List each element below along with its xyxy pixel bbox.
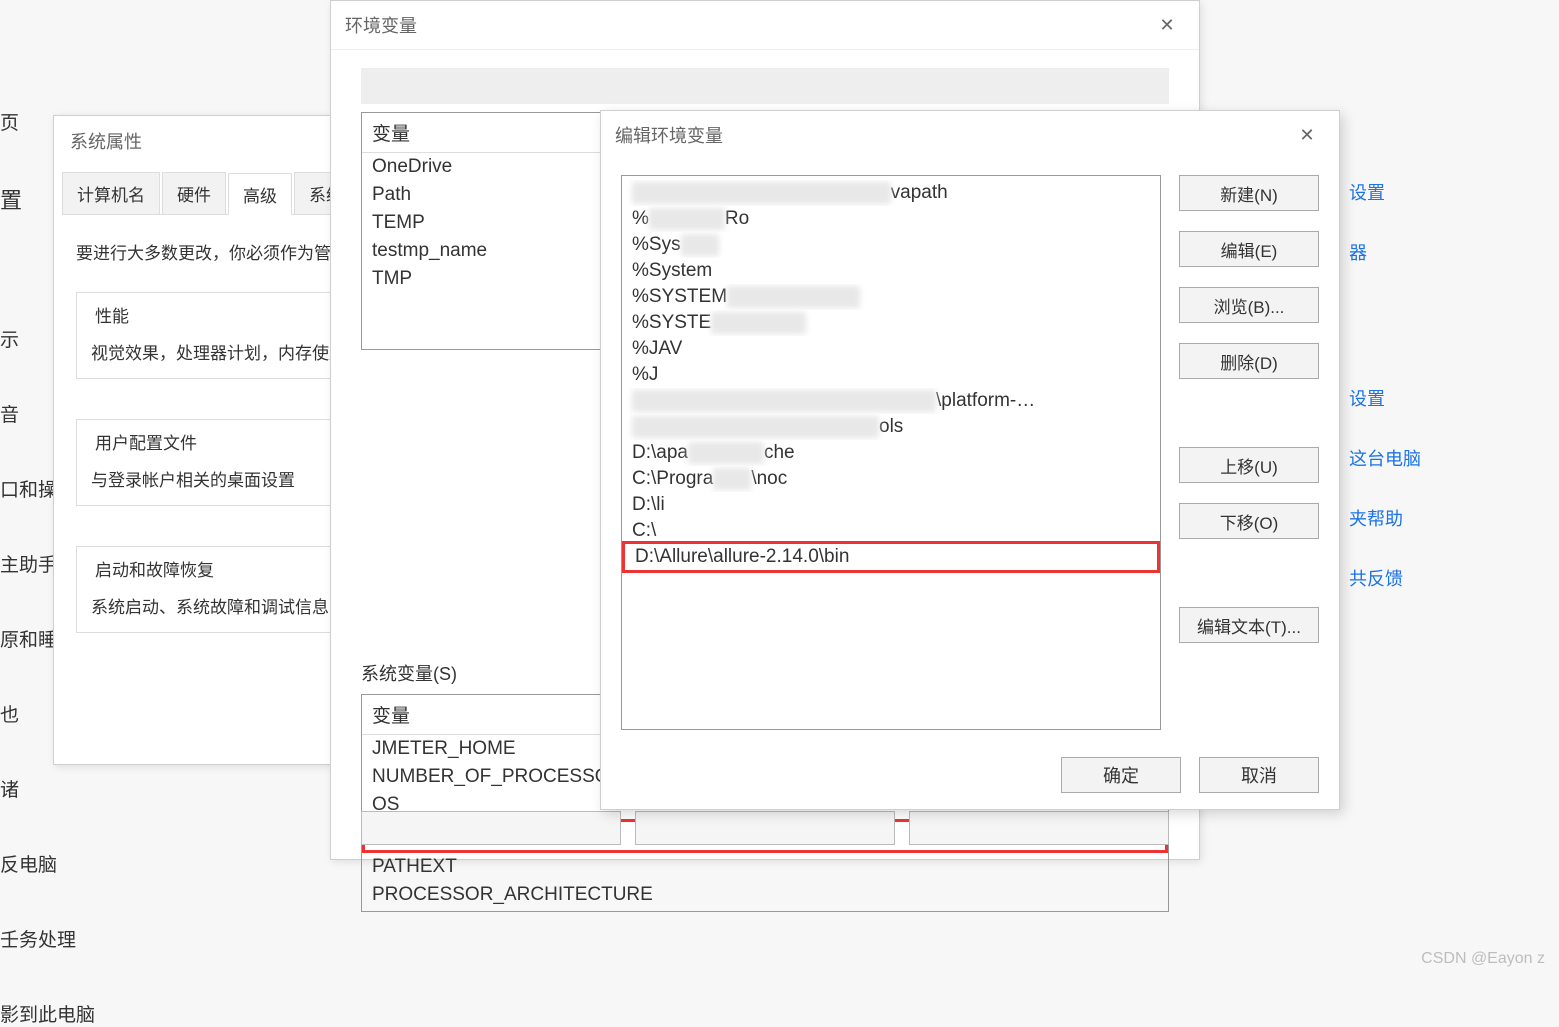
path-row[interactable]: %J — [622, 362, 1160, 388]
edit-buttons-column: 新建(N) 编辑(E) 浏览(B)... 删除(D) 上移(U) 下移(O) 编… — [1179, 175, 1319, 730]
fragment: 壬务处理 — [0, 925, 55, 952]
path-row[interactable]: %…………Ro — [622, 206, 1160, 232]
path-row[interactable]: D:\apa…………che — [622, 440, 1160, 466]
path-row[interactable]: gram Fil…………………………vapath — [622, 180, 1160, 206]
path-row[interactable]: %System — [622, 258, 1160, 284]
fragment: 页 — [0, 108, 55, 135]
fragment: 原和睡眠 — [0, 625, 55, 652]
path-row[interactable]: D:\li — [622, 492, 1160, 518]
fragment: 影到此电脑 — [0, 1000, 55, 1027]
tab-advanced[interactable]: 高级 — [228, 173, 292, 215]
link-qi[interactable]: 器 — [1349, 239, 1559, 265]
path-row[interactable]: …………………………………ols — [622, 414, 1160, 440]
fragment: 也 — [0, 700, 55, 727]
watermark: CSDN @Eayon z — [1421, 950, 1545, 968]
tab-computer-name[interactable]: 计算机名 — [62, 172, 160, 214]
move-up-button[interactable]: 上移(U) — [1179, 447, 1319, 483]
path-row[interactable]: %JAV — [622, 336, 1160, 362]
ok-button[interactable]: 确定 — [1061, 757, 1181, 793]
edit-env-var-dialog: 编辑环境变量 ✕ gram Fil…………………………vapath%…………Ro… — [600, 110, 1340, 810]
path-row[interactable]: D:\Allure\allure-2.14.0\bin — [622, 541, 1160, 573]
fragment: 置 — [0, 183, 55, 215]
list-item[interactable]: PATHEXT — [362, 853, 1168, 881]
list-item[interactable]: PROCESSOR_IDENTIFIER — [362, 909, 1168, 912]
move-down-button[interactable]: 下移(O) — [1179, 503, 1319, 539]
path-row[interactable]: …………………………………………\platform-… — [622, 388, 1160, 414]
path-row[interactable]: C:\Progra……\noc — [622, 466, 1160, 492]
button-placeholder[interactable] — [909, 811, 1169, 845]
list-item[interactable]: PROCESSOR_ARCHITECTURE — [362, 881, 1168, 909]
fragment: 反电脑 — [0, 850, 55, 877]
close-icon[interactable]: ✕ — [1149, 11, 1185, 39]
group-title: 启动和故障恢复 — [91, 556, 218, 581]
dialog-title: 编辑环境变量 — [615, 122, 723, 148]
tab-hardware[interactable]: 硬件 — [162, 172, 226, 214]
link-settings2[interactable]: 设置 — [1349, 385, 1559, 411]
fragment: 诸 — [0, 775, 55, 802]
link-settings[interactable]: 设置 — [1349, 179, 1559, 205]
fragment: 示 — [0, 325, 55, 352]
edit-text-button[interactable]: 编辑文本(T)... — [1179, 607, 1319, 643]
right-links: 设置 器 设置 这台电脑 夹帮助 共反馈 — [1349, 145, 1559, 591]
dialog-title: 环境变量 — [345, 12, 417, 38]
link-feedback[interactable]: 共反馈 — [1349, 565, 1559, 591]
group-title: 性能 — [91, 302, 133, 327]
path-row[interactable]: %Sys…… — [622, 232, 1160, 258]
link-help[interactable]: 夹帮助 — [1349, 505, 1559, 531]
cancel-button[interactable]: 取消 — [1199, 757, 1319, 793]
fragment: 主助手 — [0, 550, 55, 577]
left-settings-fragments: 页 置 示 音 口和操作 主助手 原和睡眠 也 诸 反电脑 壬务处理 影到此电脑 — [0, 60, 55, 1027]
redacted-username-area — [361, 68, 1169, 104]
fragment: 口和操作 — [0, 475, 55, 502]
button-placeholder[interactable] — [635, 811, 895, 845]
delete-button[interactable]: 删除(D) — [1179, 343, 1319, 379]
edit-button[interactable]: 编辑(E) — [1179, 231, 1319, 267]
path-row[interactable]: %SYSTE…………… — [622, 310, 1160, 336]
button-placeholder[interactable] — [361, 811, 621, 845]
path-list[interactable]: gram Fil…………………………vapath%…………Ro%Sys……%Sy… — [621, 175, 1161, 730]
group-title: 用户配置文件 — [91, 429, 201, 454]
fragment: 音 — [0, 400, 55, 427]
browse-button[interactable]: 浏览(B)... — [1179, 287, 1319, 323]
close-icon[interactable]: ✕ — [1289, 121, 1325, 149]
path-row[interactable]: %SYSTEM………………… — [622, 284, 1160, 310]
new-button[interactable]: 新建(N) — [1179, 175, 1319, 211]
env-bottom-buttons — [361, 811, 1169, 845]
link-this-pc[interactable]: 这台电脑 — [1349, 445, 1559, 471]
